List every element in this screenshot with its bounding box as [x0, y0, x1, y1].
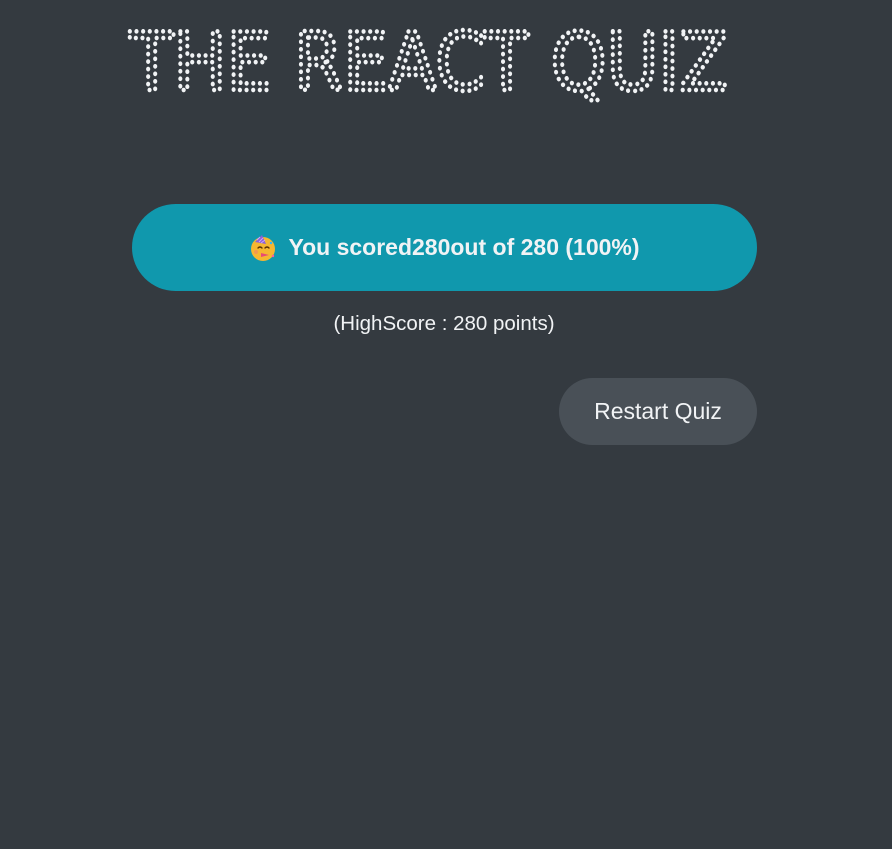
app-title-dotted-text: THE REACT QUIZ — [127, 14, 730, 112]
result-score: 280 — [412, 234, 451, 260]
result-text-suffix: out of 280 (100%) — [450, 234, 640, 260]
partying-face-icon — [249, 234, 277, 262]
restart-quiz-button[interactable]: Restart Quiz — [559, 378, 757, 445]
result-banner: You scored 280 out of 280 (100%) — [132, 204, 757, 291]
highscore-text: (HighScore : 280 points) — [333, 311, 555, 335]
app-title-text: THE REACT QUIZ — [129, 16, 728, 109]
app-title: THE REACT QUIZ — [127, 14, 732, 112]
result-text-prefix: You scored — [288, 234, 412, 260]
